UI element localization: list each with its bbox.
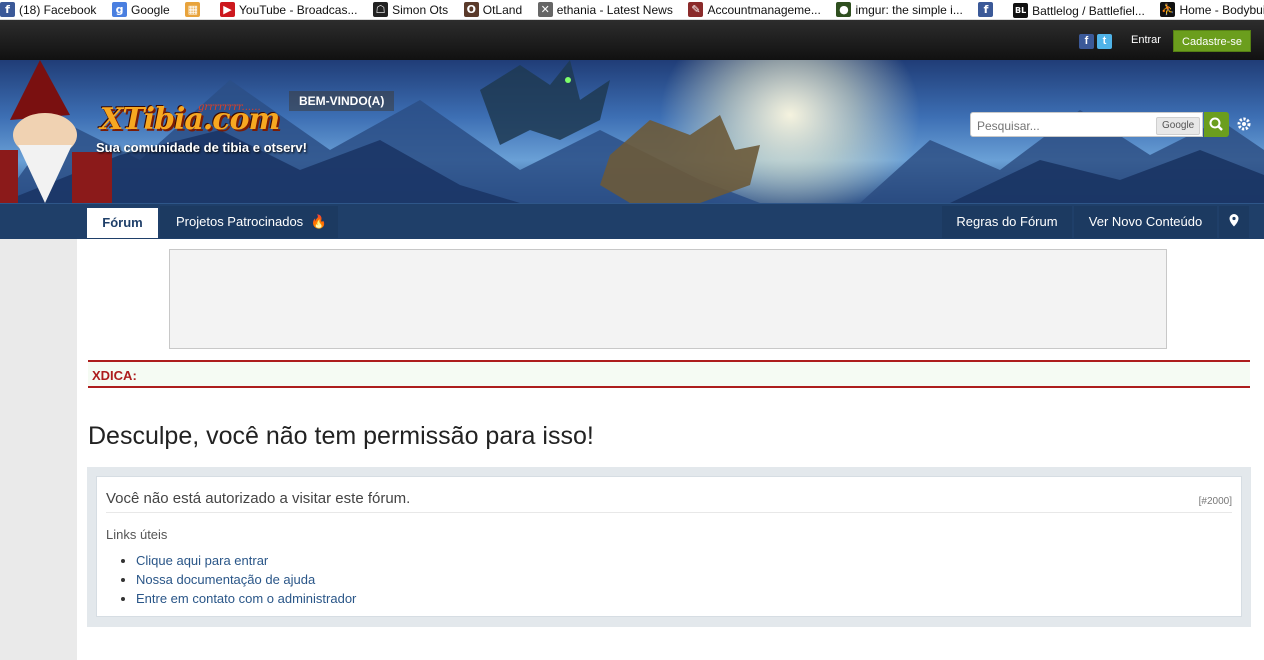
list-item: Clique aqui para entrar [136, 551, 356, 570]
google-search-toggle[interactable]: Google [1156, 117, 1201, 135]
error-message: Você não está autorizado a visitar este … [106, 490, 411, 507]
tab-sponsored-projects[interactable]: Projetos Patrocinados 🔥 [160, 206, 338, 238]
error-code: [#2000] [1198, 496, 1232, 507]
bookmark-label: (18) Facebook [19, 2, 97, 17]
apps-icon: ▦ [185, 2, 201, 17]
map-pin-icon [1229, 214, 1239, 227]
simon-ots-icon: ☖ [373, 2, 389, 17]
tab-forum[interactable]: Fórum [87, 208, 158, 238]
useful-links-title: Links úteis [106, 527, 168, 542]
bookmark-otland[interactable]: O OtLand [463, 0, 523, 19]
tip-label: XDICA: [92, 368, 137, 383]
bookmark-label: Battlelog / Battlefiel... [1032, 3, 1145, 18]
site-tagline: Sua comunidade de tibia e otserv! [96, 140, 307, 155]
bookmark-label: Simon Ots [392, 2, 449, 17]
tab-label: Projetos Patrocinados [176, 214, 304, 229]
tip-bar: XDICA: [88, 360, 1250, 388]
main-navigation: Fórum Projetos Patrocinados 🔥 Regras do … [0, 203, 1264, 239]
facebook-icon[interactable]: f [1079, 34, 1094, 49]
register-button[interactable]: Cadastre-se [1173, 30, 1251, 52]
twitter-icon[interactable]: t [1097, 34, 1112, 49]
error-panel: Você não está autorizado a visitar este … [87, 467, 1251, 627]
bookmark-facebook-2[interactable]: f [978, 0, 997, 19]
bookmark-youtube[interactable]: ▶ YouTube - Broadcas... [219, 0, 358, 19]
list-item: Entre em contato com o administrador [136, 589, 356, 608]
bookmark-label: Google [131, 2, 170, 17]
bookmark-apps[interactable]: ▦ [185, 0, 204, 19]
bookmark-imgur[interactable]: ● imgur: the simple i... [836, 0, 963, 19]
search-input[interactable] [975, 116, 1149, 136]
bookmark-label: ethania - Latest News [556, 2, 673, 17]
bookmarks-bar: f (18) Facebook g Google ▦ ▶ YouTube - Broa… [0, 0, 1264, 20]
bookmark-ethania[interactable]: ✕ ethania - Latest News [537, 0, 673, 19]
gear-icon [1237, 117, 1251, 131]
site-banner: XTibia.com grrrrrrrr...... Sua comunidad… [0, 60, 1264, 203]
welcome-badge: BEM-VINDO(A) [289, 91, 395, 111]
bookmark-label: Accountmanageme... [707, 2, 821, 17]
facebook-icon: f [0, 2, 15, 17]
error-panel-body: Você não está autorizado a visitar este … [96, 476, 1242, 617]
bookmark-account[interactable]: ✎ Accountmanageme... [688, 0, 821, 19]
help-docs-link[interactable]: Nossa documentação de ajuda [136, 572, 315, 587]
facebook-icon: f [978, 2, 994, 17]
login-link[interactable]: Entrar [1131, 34, 1161, 46]
ethania-icon: ✕ [537, 2, 553, 17]
tab-new-content[interactable]: Ver Novo Conteúdo [1074, 206, 1217, 238]
account-icon: ✎ [688, 2, 704, 17]
page-title: Desculpe, você não tem permissão para is… [88, 422, 594, 450]
bookmark-label: YouTube - Broadcas... [238, 2, 358, 17]
list-item: Nossa documentação de ajuda [136, 570, 356, 589]
imgur-icon: ● [836, 2, 852, 17]
bookmark-label: imgur: the simple i... [855, 2, 963, 17]
useful-links-list: Clique aqui para entrar Nossa documentaç… [118, 551, 356, 608]
bookmark-label: OtLand [482, 2, 523, 17]
tab-forum-rules[interactable]: Regras do Fórum [942, 206, 1072, 238]
fire-icon: 🔥 [310, 215, 327, 230]
youtube-icon: ▶ [219, 2, 235, 17]
location-button[interactable] [1219, 206, 1249, 238]
search-settings-button[interactable] [1235, 115, 1253, 133]
bookmark-simon-ots[interactable]: ☖ Simon Ots [373, 0, 448, 19]
social-links: f t [1079, 34, 1112, 49]
bookmark-label: Home - Bodybuildin [1179, 2, 1264, 17]
google-icon: g [112, 2, 127, 17]
logo-sound-text: grrrrrrrr...... [198, 102, 261, 113]
bodybuilding-icon: ⛹ [1160, 2, 1176, 17]
otland-icon: O [463, 2, 479, 17]
contact-admin-link[interactable]: Entre em contato com o administrador [136, 591, 356, 606]
main-content: XDICA: Desculpe, você não tem permissão … [77, 239, 1264, 660]
bookmark-bodybuilding[interactable]: ⛹Home - Bodybuildin [1160, 0, 1264, 19]
divider [106, 512, 1232, 513]
bookmark-google[interactable]: g Google [112, 0, 170, 19]
dragons-illustration [480, 60, 760, 203]
search-icon [1209, 117, 1223, 131]
search-box: Google [970, 112, 1203, 137]
search-button[interactable] [1204, 112, 1229, 137]
login-help-link[interactable]: Clique aqui para entrar [136, 553, 268, 568]
top-user-bar: f t Entrar Cadastre-se [0, 20, 1264, 60]
bookmark-facebook[interactable]: f (18) Facebook [0, 0, 96, 19]
advertisement-area [169, 249, 1167, 349]
battlelog-icon: BL [1013, 3, 1029, 18]
bookmark-battlelog[interactable]: BL Battlelog / Battlefiel... [1013, 1, 1145, 19]
